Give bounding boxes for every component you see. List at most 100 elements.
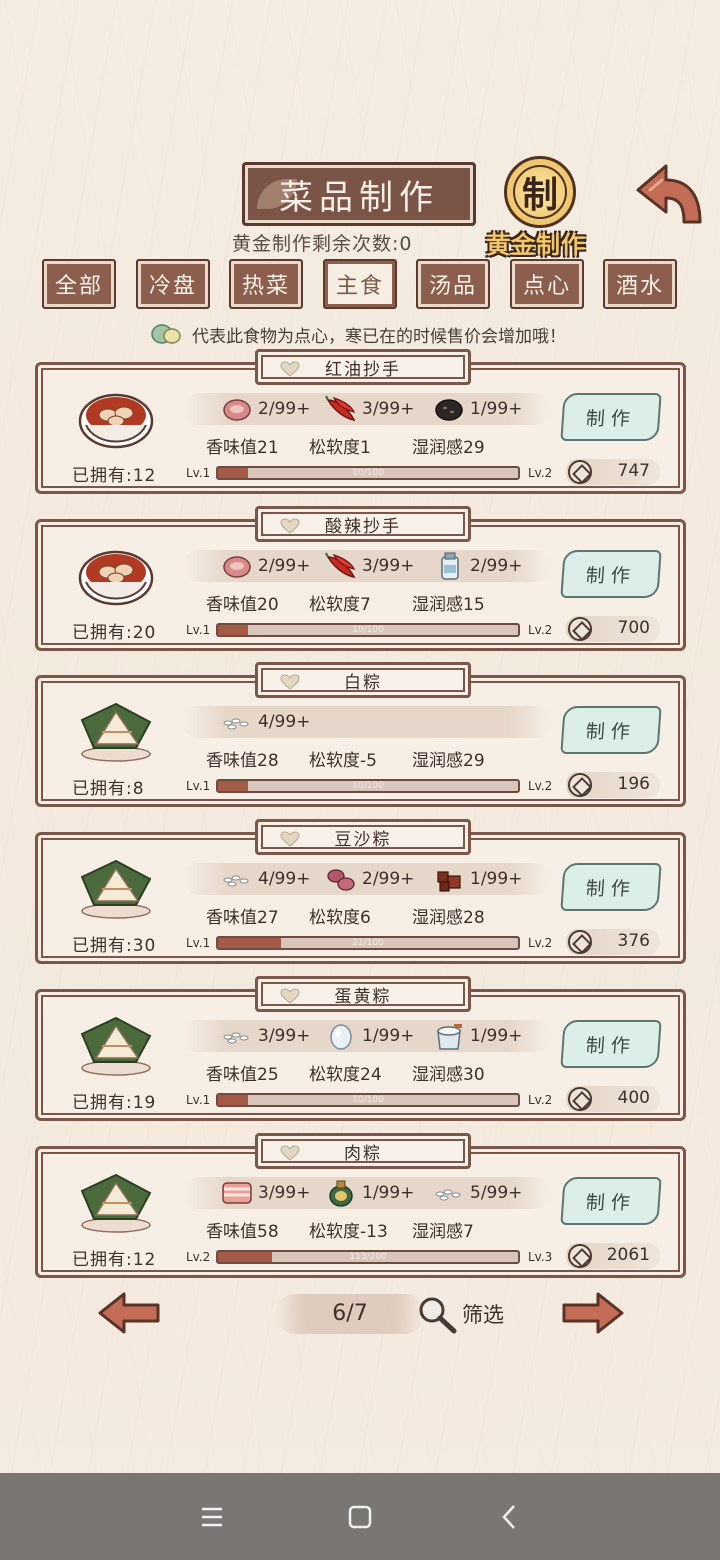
aroma-stat: 香味值28 [206,751,279,771]
gold-craft-label[interactable]: 黄金制作 [486,225,586,260]
next-level: Lv.2 [528,466,553,480]
aroma-stat: 香味值25 [206,1065,279,1085]
back-button[interactable] [632,160,704,230]
system-nav-bar [0,1473,720,1560]
brown-sugar-icon [432,864,466,894]
recipe-name-plaque: 豆沙粽 [255,819,471,855]
rice-icon [432,1178,466,1208]
recipe-card: 肉粽 3/99+ 1/99+ 5/99+ 香味值58 松软度-13 湿润感7 已… [35,1133,686,1278]
coin-icon [568,930,592,954]
recipe-name: 豆沙粽 [334,829,392,850]
make-button[interactable]: 制作 [560,863,662,911]
back-arrow-icon [636,164,702,224]
tab-staple[interactable]: 主食 [323,259,397,309]
tab-soup[interactable]: 汤品 [416,259,490,309]
soy-sauce-icon [324,1178,358,1208]
ingredient-qty: 3/99+ [362,556,415,576]
recipe-card: 酸辣抄手 2/99+ 3/99+ 2/99+ 香味值20 松软度7 湿润感15 … [35,506,686,651]
current-level: Lv.1 [186,1093,211,1107]
recipe-name-plaque: 肉粽 [255,1133,471,1169]
recents-button[interactable] [196,1501,228,1533]
system-back-button[interactable] [494,1501,526,1533]
filter-button[interactable]: 筛选 [416,1294,516,1334]
chili-icon [324,551,358,581]
menu-icon [202,1507,222,1527]
ingredient: 2/99+ [220,393,310,425]
favorite-heart-icon[interactable] [280,988,300,1004]
square-icon [348,1505,372,1529]
zongzi-image [76,1012,156,1078]
ingredient-qty: 5/99+ [470,1183,523,1203]
owned-count: 已拥有:12 [72,466,157,486]
favorite-heart-icon[interactable] [280,518,300,534]
prev-page-button[interactable] [96,1290,162,1336]
next-level: Lv.2 [528,1093,553,1107]
make-button[interactable]: 制作 [560,550,662,598]
level-progress-bar: 10/100 [216,779,520,793]
tab-hot-dish[interactable]: 热菜 [229,259,303,309]
current-level: Lv.1 [186,779,211,793]
dessert-hint: 代表此食物为点心，寒已在的时候售价会增加哦！ [150,320,620,348]
ingredient: 3/99+ [220,1020,310,1052]
right-arrow-icon [562,1292,624,1334]
make-button[interactable]: 制作 [560,1020,662,1068]
left-arrow-icon [98,1292,160,1334]
aroma-stat: 香味值27 [206,908,279,928]
price-value: 196 [617,774,650,794]
tab-dessert[interactable]: 点心 [510,259,584,309]
tab-all[interactable]: 全部 [42,259,116,309]
ingredient-list: 4/99+ 2/99+ 1/99+ [182,863,552,895]
make-button[interactable]: 制作 [560,1177,662,1225]
current-level: Lv.1 [186,623,211,637]
gold-craft-button[interactable]: 制 [504,156,576,228]
make-button[interactable]: 制作 [560,393,662,441]
recipe-name: 白粽 [344,672,382,693]
ingredient: 3/99+ [220,1177,310,1209]
recipe-name-plaque: 白粽 [255,662,471,698]
next-page-button[interactable] [560,1290,626,1336]
price-value: 2061 [606,1245,650,1265]
ingredient: 1/99+ [432,1020,522,1052]
coin-icon [568,1087,592,1111]
softness-stat: 松软度24 [309,1065,382,1085]
ingredient: 2/99+ [220,550,310,582]
zongzi-image [76,1169,156,1235]
favorite-heart-icon[interactable] [280,361,300,377]
red-bean-icon [324,864,358,894]
hint-text: 代表此食物为点心，寒已在的时候售价会增加哦！ [192,326,566,347]
ingredient: 1/99+ [324,1177,414,1209]
ingredient-qty: 1/99+ [470,1026,523,1046]
ingredient-qty: 1/99+ [470,869,523,889]
owned-count: 已拥有:19 [72,1093,157,1113]
favorite-heart-icon[interactable] [280,674,300,690]
recipe-card: 红油抄手 2/99+ 3/99+ 1/99+ 香味值21 松软度1 湿润感29 … [35,349,686,494]
coin-icon [568,773,592,797]
rice-icon [220,1021,254,1051]
make-button[interactable]: 制作 [560,706,662,754]
tab-drinks[interactable]: 酒水 [603,259,677,309]
ingredient: 5/99+ [432,1177,522,1209]
dumpling-soup-bowl-image [76,385,156,451]
ingredient-list: 4/99+ [182,706,552,738]
ingredient: 3/99+ [324,393,414,425]
next-level: Lv.2 [528,779,553,793]
level-progress-text: 10/100 [352,781,384,791]
ingredient-qty: 4/99+ [258,869,311,889]
home-button[interactable] [344,1501,376,1533]
favorite-heart-icon[interactable] [280,831,300,847]
current-level: Lv.2 [186,1250,211,1264]
ingredient: 4/99+ [220,863,310,895]
magnifier-icon [419,1297,457,1334]
pork-icon [220,394,254,424]
favorite-heart-icon[interactable] [280,1145,300,1161]
ingredient-qty: 1/99+ [362,1183,415,1203]
ingredient: 1/99+ [432,863,522,895]
recipe-card: 豆沙粽 4/99+ 2/99+ 1/99+ 香味值27 松软度6 湿润感28 已… [35,819,686,964]
tab-cold-dish[interactable]: 冷盘 [136,259,210,309]
owned-count: 已拥有:30 [72,936,157,956]
recipe-card: 蛋黄粽 3/99+ 1/99+ 1/99+ 香味值25 松软度24 湿润感30 … [35,976,686,1121]
ingredient-qty: 2/99+ [258,556,311,576]
egg-icon [324,1021,358,1051]
recipe-name-plaque: 酸辣抄手 [255,506,471,542]
filter-label: 筛选 [462,1303,504,1327]
